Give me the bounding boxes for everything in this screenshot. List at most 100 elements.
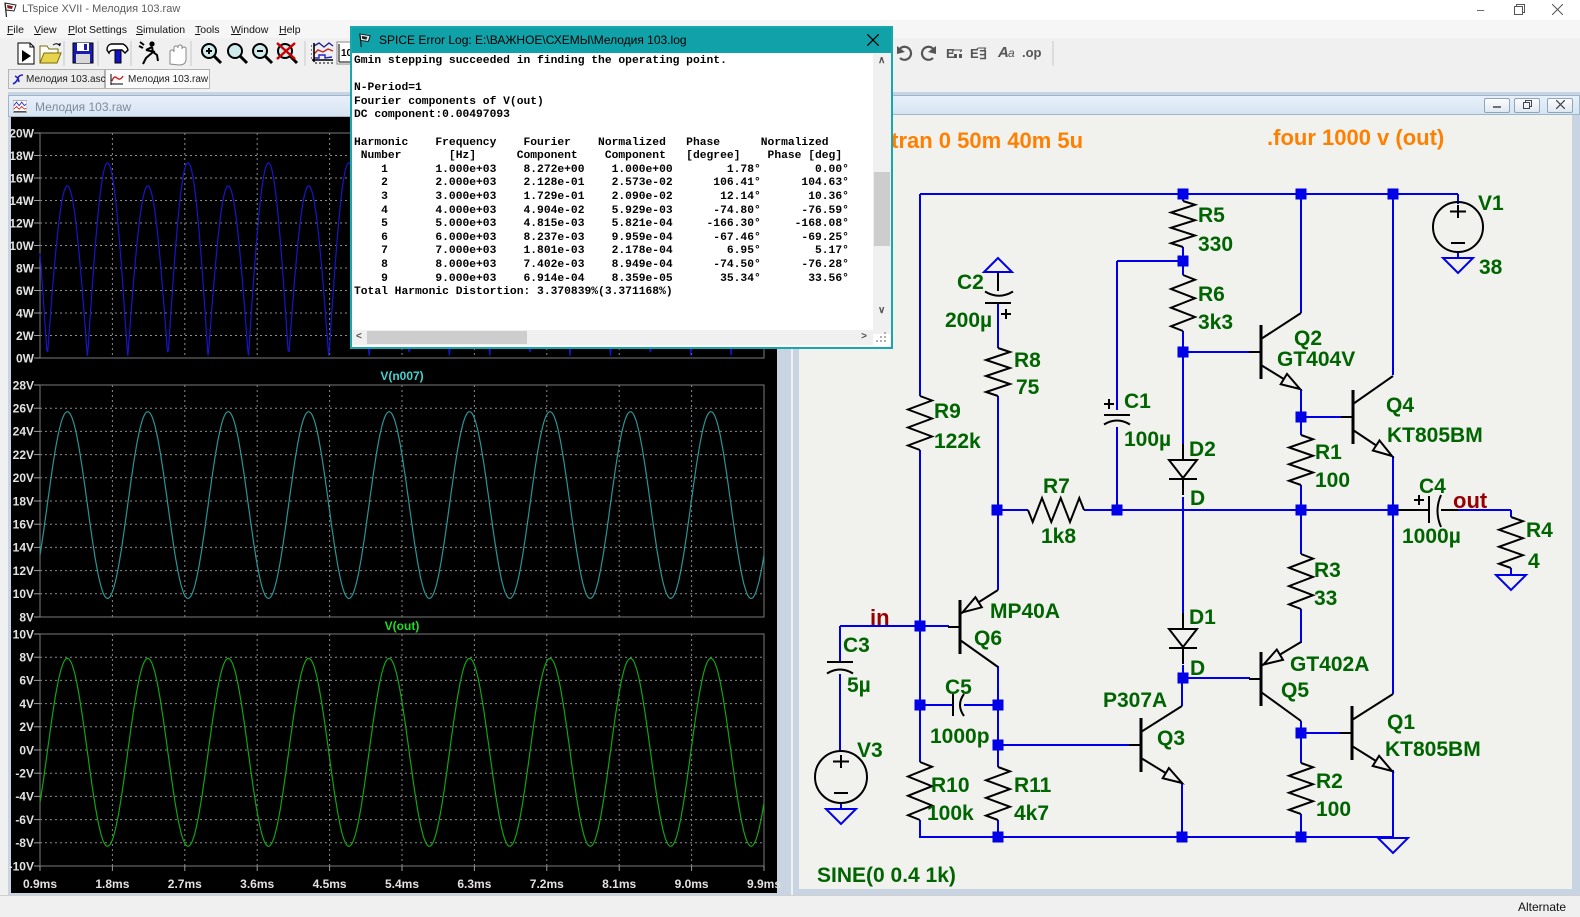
svg-text:GT404V: GT404V (1277, 348, 1355, 371)
svg-text:SINE(0 0.4 1k): SINE(0 0.4 1k) (817, 864, 956, 887)
svg-text:-8V: -8V (15, 836, 34, 850)
svg-text:3.6ms: 3.6ms (240, 877, 274, 891)
svg-text:8.1ms: 8.1ms (602, 877, 636, 891)
svg-text:R8: R8 (1014, 349, 1041, 372)
svg-text:7.2ms: 7.2ms (530, 877, 564, 891)
svg-text:R9: R9 (934, 400, 961, 423)
svg-text:38: 38 (1479, 256, 1503, 279)
svg-text:20W: 20W (9, 126, 34, 140)
svg-text:D1: D1 (1189, 606, 1216, 629)
svg-text:∃: ∃ (979, 48, 987, 62)
svg-text:6V: 6V (19, 674, 34, 688)
svg-text:4: 4 (1528, 550, 1540, 573)
svg-text:18V: 18V (13, 494, 34, 508)
svg-text:C5: C5 (945, 676, 972, 699)
svg-text:100k: 100k (927, 802, 974, 825)
svg-text:4k7: 4k7 (1014, 802, 1049, 825)
svg-text:R6: R6 (1198, 283, 1225, 306)
svg-text:0V: 0V (19, 743, 34, 757)
svg-text:C1: C1 (1124, 390, 1151, 413)
svg-text:-6V: -6V (15, 813, 34, 827)
svg-text:V3: V3 (857, 739, 883, 762)
svg-text:KT805BM: KT805BM (1387, 424, 1483, 447)
svg-text:R7: R7 (1043, 475, 1070, 498)
svg-text:8V: 8V (19, 610, 34, 624)
svg-text:-4V: -4V (15, 790, 34, 804)
svg-text:6W: 6W (16, 284, 35, 298)
svg-text:33: 33 (1314, 587, 1337, 610)
svg-text:100µ: 100µ (1124, 428, 1171, 451)
svg-text:R5: R5 (1198, 204, 1225, 227)
svg-text:C2: C2 (957, 271, 984, 294)
svg-text:14W: 14W (9, 194, 34, 208)
svg-text:R10: R10 (931, 774, 970, 797)
svg-text:C3: C3 (843, 634, 870, 657)
svg-text:5µ: 5µ (847, 674, 871, 697)
svg-text:1k8: 1k8 (1041, 525, 1076, 548)
svg-text:10V: 10V (13, 627, 34, 641)
svg-text:100: 100 (1316, 798, 1351, 821)
svg-text:14V: 14V (13, 541, 34, 555)
svg-text:4W: 4W (16, 306, 35, 320)
svg-text:V(out): V(out) (385, 619, 420, 633)
svg-text:9.0ms: 9.0ms (675, 877, 709, 891)
svg-text:1000p: 1000p (930, 725, 990, 748)
svg-text:22V: 22V (13, 448, 34, 462)
svg-text:KT805BM: KT805BM (1385, 738, 1481, 761)
svg-text:1.8ms: 1.8ms (95, 877, 129, 891)
svg-text:20V: 20V (13, 471, 34, 485)
svg-text:.tran 0 50m 40m 5u: .tran 0 50m 40m 5u (885, 128, 1083, 153)
svg-text:5.4ms: 5.4ms (385, 877, 419, 891)
svg-text:16V: 16V (13, 518, 34, 532)
svg-text:GT402A: GT402A (1290, 653, 1369, 676)
svg-text:Q2: Q2 (1294, 327, 1322, 350)
svg-text:E: E (946, 46, 955, 61)
svg-text:D2: D2 (1189, 438, 1216, 461)
svg-text:122k: 122k (934, 430, 981, 453)
svg-text:16W: 16W (9, 171, 34, 185)
svg-text:0.9ms: 0.9ms (23, 877, 57, 891)
svg-text:R4: R4 (1526, 519, 1553, 542)
svg-text:75: 75 (1016, 376, 1040, 399)
svg-text:8V: 8V (19, 651, 34, 665)
svg-text:28V: 28V (13, 378, 34, 392)
svg-text:C4: C4 (1419, 475, 1446, 498)
svg-text:2.7ms: 2.7ms (168, 877, 202, 891)
svg-text:4V: 4V (19, 697, 34, 711)
svg-text:V1: V1 (1478, 192, 1504, 215)
svg-text:2V: 2V (19, 720, 34, 734)
svg-text:out: out (1453, 488, 1488, 513)
svg-text:Q3: Q3 (1157, 727, 1185, 750)
svg-text:330: 330 (1198, 233, 1233, 256)
svg-text:Q4: Q4 (1386, 394, 1414, 417)
svg-text:R3: R3 (1314, 559, 1341, 582)
svg-text:.op: .op (1022, 45, 1042, 60)
svg-text:D: D (1190, 487, 1205, 510)
svg-text:4.5ms: 4.5ms (313, 877, 347, 891)
svg-text:10V: 10V (13, 587, 34, 601)
svg-text:12V: 12V (13, 564, 34, 578)
svg-text:24V: 24V (13, 425, 34, 439)
svg-text:MP40A: MP40A (990, 600, 1060, 623)
svg-text:6.3ms: 6.3ms (457, 877, 491, 891)
svg-text:9.9ms: 9.9ms (747, 877, 781, 891)
svg-text:10W: 10W (9, 239, 34, 253)
svg-text:Q6: Q6 (974, 627, 1002, 650)
svg-text:2W: 2W (16, 329, 35, 343)
svg-text:R1: R1 (1315, 441, 1342, 464)
svg-text:R11: R11 (1014, 774, 1052, 797)
svg-text:P307A: P307A (1103, 689, 1167, 712)
svg-text:D: D (1190, 657, 1205, 680)
svg-text:in: in (870, 605, 890, 630)
svg-text:R2: R2 (1316, 770, 1343, 793)
svg-text:100: 100 (1315, 469, 1350, 492)
svg-text:1000µ: 1000µ (1402, 525, 1461, 548)
svg-text:Q5: Q5 (1281, 679, 1309, 702)
svg-text:-2V: -2V (15, 767, 34, 781)
svg-text:26V: 26V (13, 402, 34, 416)
svg-text:3k3: 3k3 (1198, 311, 1233, 334)
svg-text:V(n007): V(n007) (380, 369, 423, 383)
svg-text:-10V: -10V (9, 859, 34, 873)
svg-text:8W: 8W (16, 261, 35, 275)
svg-text:a: a (1008, 46, 1015, 60)
